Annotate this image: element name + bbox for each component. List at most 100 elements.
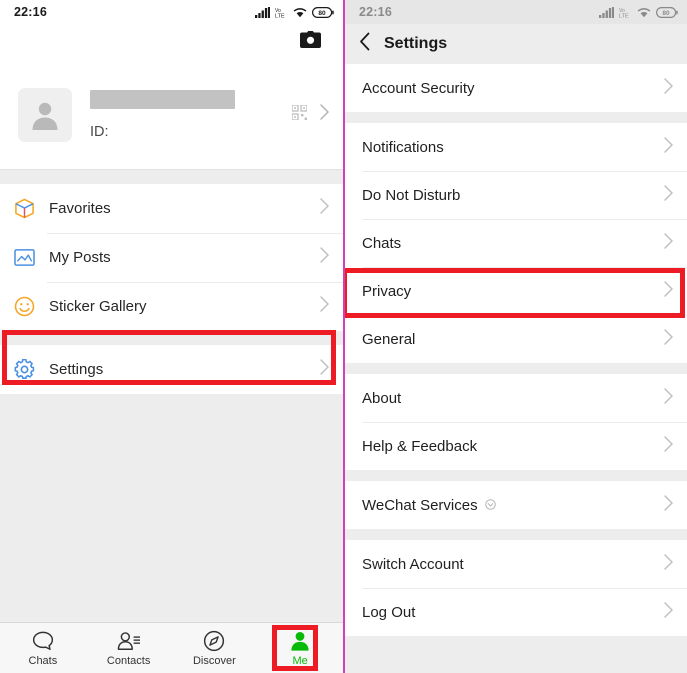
chevron-right-icon: [664, 553, 674, 575]
settings-group-5: Switch Account Log Out: [345, 540, 687, 636]
status-bar-right: 22:16 Vo LTE 80: [345, 0, 687, 24]
bottom-tab-bar: Chats Contacts Discover Me: [0, 622, 343, 673]
left-menu-group: Favorites My Posts Sticker Gallery: [0, 184, 343, 331]
signal-bars-icon: [599, 6, 614, 18]
settings-item-label: WeChat Services: [362, 496, 478, 514]
profile-chevron-right-icon[interactable]: [320, 104, 330, 125]
back-chevron-icon[interactable]: [359, 32, 370, 56]
contacts-icon: [117, 631, 140, 650]
profile-text-block: ID:: [90, 89, 292, 140]
settings-item-privacy[interactable]: Privacy: [345, 267, 687, 315]
settings-item-label: About: [362, 389, 402, 407]
profile-actions: [291, 103, 330, 125]
chevron-right-icon: [664, 232, 674, 254]
settings-item-switch-account[interactable]: Switch Account: [345, 540, 687, 588]
settings-group-1: Account Security: [345, 64, 687, 112]
chevron-right-icon: [664, 184, 674, 206]
status-time: 22:16: [359, 5, 392, 19]
volte-icon: Vo LTE: [275, 8, 285, 18]
chat-bubble-icon: [32, 631, 53, 650]
camera-icon[interactable]: [300, 31, 321, 53]
service-badge-icon: [484, 497, 496, 514]
chevron-right-icon: [320, 247, 330, 268]
settings-gap-2: [345, 363, 687, 374]
avatar[interactable]: [18, 87, 72, 142]
tab-label: Discover: [192, 654, 236, 667]
section-gap-2: [0, 331, 343, 345]
settings-group-4: WeChat Services: [345, 481, 687, 529]
menu-item-my-posts[interactable]: My Posts: [0, 233, 343, 282]
chevron-right-icon: [664, 280, 674, 302]
menu-item-settings[interactable]: Settings: [0, 345, 343, 394]
favorites-box-icon: [12, 197, 36, 221]
menu-item-label: My Posts: [49, 249, 111, 266]
menu-item-label: Favorites: [49, 200, 111, 217]
app-screenshot: 22:16 Vo LTE 80 ID: Favorites My Posts S…: [0, 0, 687, 673]
svg-text:LTE: LTE: [619, 13, 629, 18]
chevron-right-icon: [664, 601, 674, 623]
settings-gap-4: [345, 529, 687, 540]
settings-item-general[interactable]: General: [345, 315, 687, 363]
settings-item-label: Help & Feedback: [362, 437, 478, 455]
settings-item-wechat-services[interactable]: WeChat Services: [345, 481, 687, 529]
person-icon: [291, 631, 309, 651]
page-title: Settings: [384, 35, 448, 52]
settings-item-log-out[interactable]: Log Out: [345, 588, 687, 636]
settings-item-label: Chats: [362, 234, 402, 252]
settings-navbar: Settings: [345, 24, 687, 64]
compass-icon: [204, 630, 225, 651]
tab-label: Contacts: [106, 654, 151, 667]
settings-item-label: Notifications: [362, 138, 444, 156]
wifi-icon: [293, 7, 307, 17]
settings-item-account-security[interactable]: Account Security: [345, 64, 687, 112]
right-phone-panel: 22:16 Vo LTE 80 Settings Account Securit…: [345, 0, 687, 673]
battery-icon: 80: [312, 6, 334, 18]
tab-discover[interactable]: Discover: [172, 623, 258, 673]
status-icon-group: Vo LTE 80: [255, 6, 334, 18]
settings-item-about[interactable]: About: [345, 374, 687, 422]
settings-group: Settings: [0, 345, 343, 394]
volte-icon: Vo LTE: [619, 8, 629, 18]
tab-me[interactable]: Me: [257, 623, 343, 673]
settings-group-2: Notifications Do Not Disturb Chats Priva…: [345, 123, 687, 363]
chevron-right-icon: [320, 359, 330, 380]
battery-level-text: 80: [662, 10, 670, 17]
settings-item-chats[interactable]: Chats: [345, 219, 687, 267]
menu-item-favorites[interactable]: Favorites: [0, 184, 343, 233]
signal-bars-icon: [255, 6, 270, 18]
tab-label: Chats: [28, 654, 58, 667]
qr-code-icon[interactable]: [291, 103, 308, 125]
sticker-smiley-icon: [12, 295, 36, 319]
settings-item-do-not-disturb[interactable]: Do Not Disturb: [345, 171, 687, 219]
menu-item-label: Sticker Gallery: [49, 298, 147, 315]
wifi-icon: [637, 7, 651, 17]
svg-text:LTE: LTE: [275, 13, 285, 18]
menu-item-sticker-gallery[interactable]: Sticker Gallery: [0, 282, 343, 331]
settings-item-help-feedback[interactable]: Help & Feedback: [345, 422, 687, 470]
section-gap-1: [0, 170, 343, 184]
profile-name-redacted: [90, 89, 235, 109]
menu-item-label: Settings: [49, 361, 104, 378]
chevron-right-icon: [320, 198, 330, 219]
settings-group-3: About Help & Feedback: [345, 374, 687, 470]
status-icon-group: Vo LTE 80: [599, 6, 678, 18]
chevron-right-icon: [664, 136, 674, 158]
settings-item-label: Privacy: [362, 282, 412, 300]
chevron-right-icon: [664, 435, 674, 457]
settings-item-label: Log Out: [362, 603, 416, 621]
settings-gap-3: [345, 470, 687, 481]
settings-item-label: General: [362, 330, 416, 348]
settings-gap-1: [345, 112, 687, 123]
settings-item-label: Switch Account: [362, 555, 464, 573]
battery-icon: 80: [656, 6, 678, 18]
settings-item-notifications[interactable]: Notifications: [345, 123, 687, 171]
profile-row[interactable]: ID:: [0, 60, 343, 170]
chevron-right-icon: [320, 296, 330, 317]
camera-toolbar: [0, 24, 343, 60]
tab-chats[interactable]: Chats: [0, 623, 86, 673]
tab-contacts[interactable]: Contacts: [86, 623, 172, 673]
chevron-right-icon: [664, 387, 674, 409]
settings-gear-icon: [12, 358, 36, 382]
chevron-right-icon: [664, 494, 674, 516]
settings-item-label-wrapper: WeChat Services: [362, 497, 664, 514]
